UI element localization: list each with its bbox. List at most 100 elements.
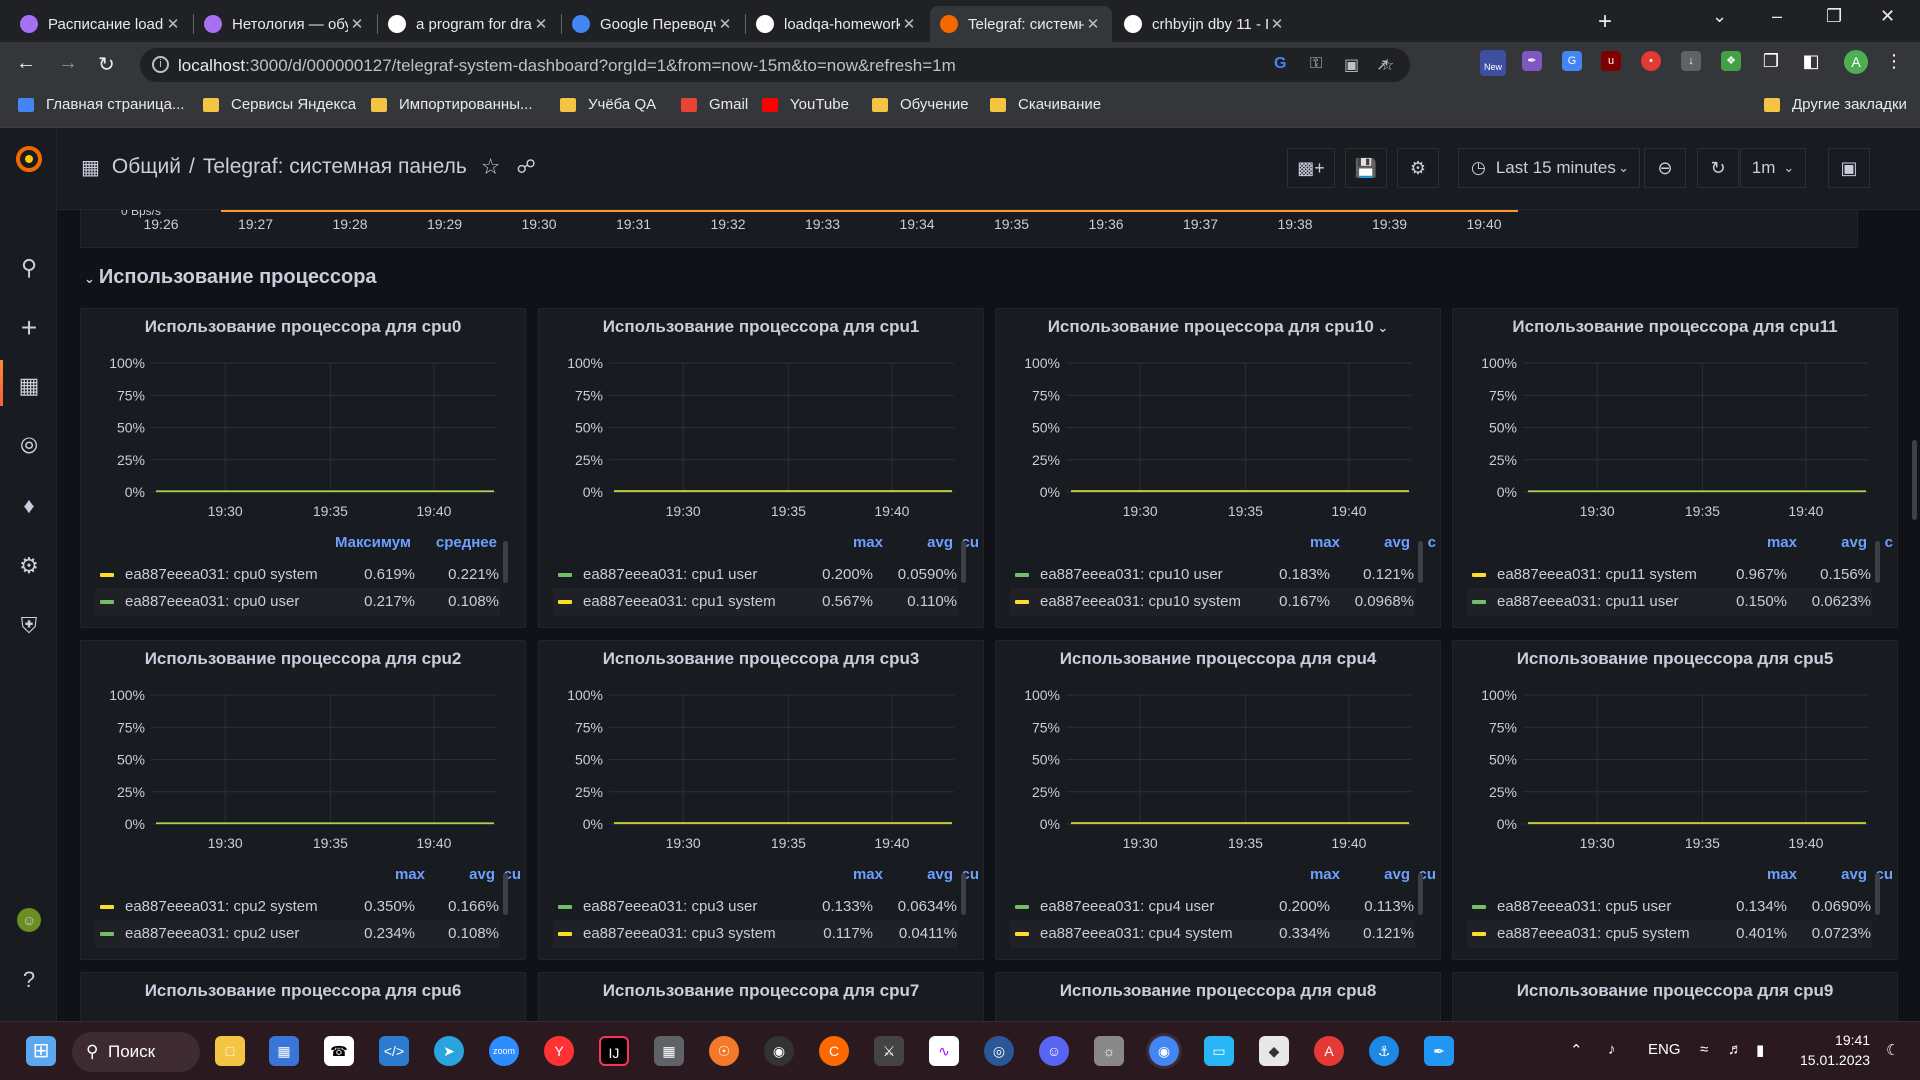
red-extension-icon[interactable]: •	[1641, 51, 1661, 71]
profile-avatar[interactable]: A	[1844, 50, 1868, 74]
telegram-icon[interactable]: ➤	[434, 1036, 464, 1066]
close-window-icon[interactable]: ✕	[1880, 6, 1895, 27]
cpu-graph[interactable]: 100% 75% 50% 25% 0% 19:30 19:35 19:40	[539, 349, 984, 534]
legend-max-header[interactable]: max	[1767, 866, 1797, 883]
microphone-icon[interactable]: ♪	[1608, 1041, 1616, 1058]
legend-extra-header[interactable]: c	[1885, 534, 1893, 551]
volume-icon[interactable]: ♬	[1728, 1041, 1743, 1058]
language-indicator[interactable]: ENG	[1648, 1041, 1681, 1058]
game-app-icon[interactable]: ⚔	[874, 1036, 904, 1066]
bookmark-item[interactable]: YouTube	[762, 96, 849, 113]
git-icon[interactable]: ◆	[1259, 1036, 1289, 1066]
tab-close-icon[interactable]: ✕	[900, 15, 918, 33]
star-icon[interactable]: ☆	[481, 154, 501, 180]
create-plus-icon[interactable]: +	[17, 314, 41, 342]
system-clock[interactable]: 19:41 15.01.2023	[1800, 1030, 1870, 1070]
legend-avg-header[interactable]: avg	[1384, 866, 1410, 883]
cpu-graph[interactable]: 100% 75% 50% 25% 0% 19:30 19:35 19:40	[1453, 349, 1898, 534]
refresh-button[interactable]: ↻	[1697, 148, 1739, 188]
tab-close-icon[interactable]: ✕	[1268, 15, 1286, 33]
battery-icon[interactable]: ▮	[1756, 1041, 1764, 1059]
legend-row[interactable]: ea887eeea031: cpu3 user 0.133% 0.0634%	[553, 893, 958, 921]
legend-row[interactable]: ea887eeea031: cpu3 system 0.117% 0.0411%	[553, 920, 958, 948]
row-header-cpu[interactable]: ⌄ Использование процессора	[84, 266, 377, 289]
legend-max-header[interactable]: max	[1310, 534, 1340, 551]
address-bar[interactable]: i localhost:3000/d/000000127/telegraf-sy…	[140, 48, 1410, 82]
legend-avg-header[interactable]: avg	[1841, 866, 1867, 883]
add-panel-button[interactable]: ▩+	[1287, 148, 1335, 188]
browser-tab[interactable]: loadqa-homeworks/h✕	[746, 6, 928, 42]
notifications-icon[interactable]: ☾	[1886, 1041, 1899, 1059]
bookmark-item[interactable]: Gmail	[681, 96, 748, 113]
translate-icon[interactable]: ▣	[1344, 55, 1359, 75]
cpu-panel[interactable]: Использование процессора для cpu8	[995, 972, 1441, 1021]
cpu-panel[interactable]: Использование процессора для cpu3 100% 75%…	[538, 640, 984, 960]
legend-row[interactable]: ea887eeea031: cpu4 system 0.334% 0.121%	[1010, 920, 1415, 948]
back-icon[interactable]: ←	[16, 52, 36, 75]
wifi-icon[interactable]: ≈	[1700, 1041, 1708, 1058]
browser-tab[interactable]: Нетология — обучен✕	[194, 6, 376, 42]
cpu-graph[interactable]: 100% 75% 50% 25% 0% 19:30 19:35 19:40	[81, 681, 526, 866]
browser-tab[interactable]: crhbyijn dby 11 - Пои✕	[1114, 6, 1296, 42]
cpu-panel[interactable]: Использование процессора для cpu11 100% 75…	[1452, 308, 1898, 628]
maximize-icon[interactable]: ❐	[1826, 6, 1842, 27]
blue-app-icon[interactable]: ▭	[1204, 1036, 1234, 1066]
legend-max-header[interactable]: max	[1767, 534, 1797, 551]
discord-icon[interactable]: ☺	[1039, 1036, 1069, 1066]
zoom-icon[interactable]: zoom	[489, 1036, 519, 1066]
legend-avg-header[interactable]: avg	[927, 534, 953, 551]
bookmark-item[interactable]: Скачивание	[990, 96, 1101, 113]
legend-row[interactable]: ea887eeea031: cpu1 user 0.200% 0.0590%	[553, 561, 958, 589]
cpu-panel[interactable]: Использование процессора для cpu4 100% 75%…	[995, 640, 1441, 960]
legend-row[interactable]: ea887eeea031: cpu1 system 0.567% 0.110%	[553, 588, 958, 616]
legend-row[interactable]: ea887eeea031: cpu5 user 0.134% 0.0690%	[1467, 893, 1872, 921]
legend-scrollbar[interactable]	[1875, 541, 1880, 583]
new-tab-button[interactable]: +	[1598, 8, 1612, 36]
zoom-out-button[interactable]: ⊖	[1644, 148, 1686, 188]
panel-title[interactable]: Использование процессора для cpu5	[1453, 649, 1897, 669]
legend-row[interactable]: ea887eeea031: cpu2 system 0.350% 0.166%	[95, 893, 500, 921]
chrome-icon[interactable]: ◉	[1149, 1036, 1179, 1066]
legend-max-header[interactable]: Максимум	[335, 534, 411, 551]
download-extension-icon[interactable]: ↓	[1681, 51, 1701, 71]
bookmark-item[interactable]: Обучение	[872, 96, 969, 113]
cpu-graph[interactable]: 100% 75% 50% 25% 0% 19:30 19:35 19:40	[539, 681, 984, 866]
panel-title[interactable]: Использование процессора для cpu6	[81, 981, 525, 1001]
legend-row[interactable]: ea887eeea031: cpu11 system 0.967% 0.156%	[1467, 561, 1872, 589]
colorful-extension-icon[interactable]: ❖	[1721, 51, 1741, 71]
legend-avg-header[interactable]: avg	[469, 866, 495, 883]
obs-icon[interactable]: ◉	[764, 1036, 794, 1066]
configuration-gear-icon[interactable]: ⚙	[17, 554, 41, 578]
globe-app-icon[interactable]: ◎	[984, 1036, 1014, 1066]
headphones-app-icon[interactable]: ☎	[324, 1036, 354, 1066]
site-info-icon[interactable]: i	[152, 56, 169, 73]
tab-close-icon[interactable]: ✕	[532, 15, 550, 33]
bookmark-item[interactable]: Главная страница...	[18, 96, 184, 113]
url-text[interactable]: localhost:3000/d/000000127/telegraf-syst…	[178, 56, 956, 76]
puzzle-icon[interactable]: ❐	[1761, 51, 1781, 71]
save-dashboard-button[interactable]: 💾	[1345, 148, 1387, 188]
acrobat-icon[interactable]: A	[1314, 1036, 1344, 1066]
share-dashboard-icon[interactable]: ☍	[517, 156, 536, 179]
legend-scrollbar[interactable]	[961, 873, 966, 915]
yandex-browser-icon[interactable]: Y	[544, 1036, 574, 1066]
cpu-panel[interactable]: Использование процессора для cpu10 ⌄ 100%…	[995, 308, 1441, 628]
legend-row[interactable]: ea887eeea031: cpu11 user 0.150% 0.0623%	[1467, 588, 1872, 616]
legend-extra-header[interactable]: c	[1428, 534, 1436, 551]
legend-row[interactable]: ea887eeea031: cpu2 user 0.234% 0.108%	[95, 920, 500, 948]
other-bookmarks[interactable]: Другие закладки	[1764, 96, 1907, 113]
panel-menu-chevron-icon[interactable]: ⌄	[1374, 320, 1388, 335]
bookmark-item[interactable]: Импортированны...	[371, 96, 533, 113]
legend-max-header[interactable]: max	[853, 866, 883, 883]
panel-title[interactable]: Использование процессора для cpu10 ⌄	[996, 317, 1440, 337]
bookmark-star-icon[interactable]: ☆	[1380, 55, 1394, 75]
legend-row[interactable]: ea887eeea031: cpu0 system 0.619% 0.221%	[95, 561, 500, 589]
cpu-panel[interactable]: Использование процессора для cpu0 100% 75%…	[80, 308, 526, 628]
panel-title[interactable]: Использование процессора для cpu3	[539, 649, 983, 669]
panel-title[interactable]: Использование процессора для cpu0	[81, 317, 525, 337]
refresh-interval-picker[interactable]: 1m ⌄	[1740, 148, 1806, 188]
dashboard-scrollbar[interactable]	[1912, 440, 1917, 520]
blender-icon[interactable]: ☉	[709, 1036, 739, 1066]
tray-overflow-chevron-icon[interactable]: ⌃	[1570, 1041, 1583, 1059]
sidepanel-icon[interactable]: ◧	[1801, 51, 1821, 71]
